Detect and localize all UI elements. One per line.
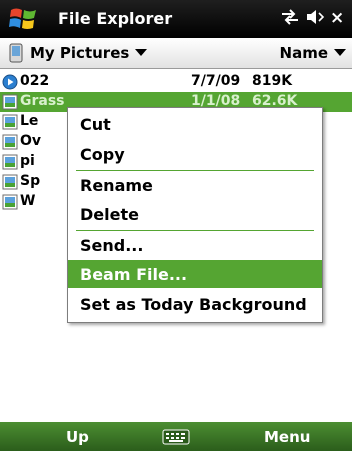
- volume-icon[interactable]: [305, 8, 327, 26]
- picture-icon: [2, 134, 18, 150]
- file-name: pi: [20, 153, 35, 169]
- file-name: Sp: [20, 173, 41, 189]
- app-title: File Explorer: [58, 9, 173, 28]
- title-bar: File Explorer ×: [0, 0, 352, 38]
- menu-softkey[interactable]: Menu: [212, 422, 352, 451]
- file-row[interactable]: 022 7/7/09 819K: [0, 72, 352, 92]
- menu-label: Menu: [264, 428, 311, 446]
- windows-start-icon[interactable]: [8, 4, 40, 34]
- sort-label: Name: [279, 44, 328, 62]
- file-size: 819K: [252, 73, 293, 89]
- picture-icon: [2, 94, 18, 110]
- menu-item-rename[interactable]: Rename: [68, 171, 322, 199]
- connectivity-icon[interactable]: [280, 8, 300, 26]
- menu-item-cut[interactable]: Cut: [68, 110, 322, 138]
- folder-bar: My Pictures Name: [0, 38, 352, 69]
- folder-name: My Pictures: [30, 44, 130, 62]
- sort-dropdown[interactable]: Name: [280, 44, 346, 62]
- picture-icon: [2, 114, 18, 130]
- chevron-down-icon: [135, 49, 148, 56]
- menu-item-send[interactable]: Send...: [68, 231, 322, 259]
- soft-key-bar: Up Menu: [0, 422, 352, 451]
- context-menu: Cut Copy Rename Delete Send... Beam File…: [67, 107, 323, 323]
- up-softkey[interactable]: Up: [0, 422, 140, 451]
- picture-icon: [2, 154, 18, 170]
- picture-icon: [2, 194, 18, 210]
- keyboard-icon[interactable]: [162, 428, 190, 446]
- file-name: Grass: [20, 93, 65, 109]
- file-name: W: [20, 193, 36, 209]
- menu-item-set-today-background[interactable]: Set as Today Background: [68, 290, 322, 318]
- file-date: 7/7/09: [191, 73, 241, 89]
- up-label: Up: [66, 428, 89, 446]
- media-icon: [2, 74, 18, 90]
- menu-item-beam-file[interactable]: Beam File...: [68, 260, 322, 288]
- file-name: 022: [20, 73, 50, 89]
- picture-icon: [2, 174, 18, 190]
- menu-item-copy[interactable]: Copy: [68, 140, 322, 168]
- close-icon[interactable]: ×: [330, 8, 344, 28]
- file-name: Le: [20, 113, 39, 129]
- chevron-down-icon: [334, 49, 346, 56]
- menu-item-delete[interactable]: Delete: [68, 200, 322, 228]
- file-name: Ov: [20, 133, 42, 149]
- pictures-folder-icon: [9, 43, 23, 63]
